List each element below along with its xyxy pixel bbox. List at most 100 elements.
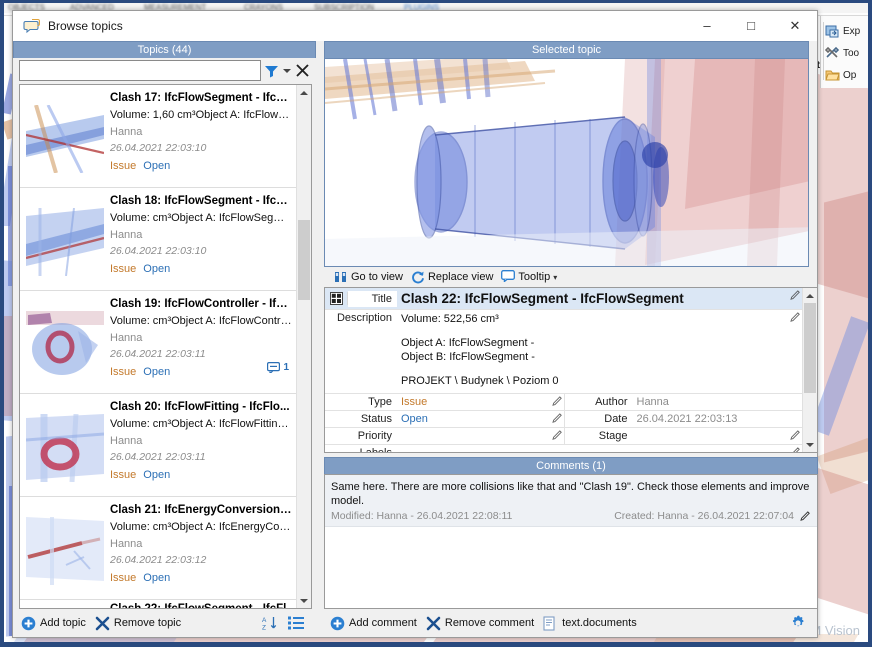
- tooltip-button[interactable]: Tooltip ▾: [497, 269, 561, 285]
- tooltip-label: Tooltip: [518, 271, 550, 283]
- go-to-view-label: Go to view: [351, 271, 403, 283]
- topic-type[interactable]: Issue: [110, 572, 136, 584]
- add-topic-button[interactable]: Add topic: [19, 612, 93, 634]
- author-field-label: Author: [565, 394, 633, 410]
- grid-properties-icon[interactable]: [325, 292, 348, 305]
- pencil-icon[interactable]: [800, 511, 811, 522]
- list-item[interactable]: Clash 22: IfcFlowSegment - IfcFl: [20, 600, 296, 608]
- close-button[interactable]: ✕: [773, 11, 817, 41]
- priority-field-value[interactable]: [397, 428, 552, 444]
- scrollbar-thumb[interactable]: [804, 303, 816, 393]
- background-right-menu[interactable]: Exp Too Op: [820, 16, 868, 88]
- selected-topic-pane: Selected topic: [316, 41, 817, 637]
- scrollbar-track[interactable]: [803, 303, 817, 437]
- topic-snapshot-image: [325, 59, 808, 266]
- detail-scrollbar[interactable]: [802, 288, 817, 452]
- scroll-down-button[interactable]: [803, 437, 817, 452]
- detail-cell-priority: Priority: [325, 428, 564, 444]
- topic-type[interactable]: Issue: [110, 469, 136, 481]
- topic-status[interactable]: Open: [143, 366, 170, 378]
- menu-divider: [823, 22, 824, 80]
- list-item[interactable]: Clash 20: IfcFlowFitting - IfcFlo... Vol…: [20, 394, 296, 497]
- topic-status[interactable]: Open: [143, 572, 170, 584]
- topic-status-row: Issue Open: [110, 571, 292, 585]
- pencil-icon[interactable]: [790, 288, 802, 301]
- maximize-button[interactable]: □: [729, 11, 773, 41]
- topic-title: Clash 21: IfcEnergyConversionD...: [110, 503, 292, 517]
- menu-item-tools[interactable]: Too: [821, 42, 868, 64]
- remove-topic-button[interactable]: Remove topic: [93, 612, 188, 634]
- type-field-value[interactable]: Issue: [397, 394, 552, 410]
- topic-status[interactable]: Open: [143, 160, 170, 172]
- topic-status-row: Issue Open: [110, 468, 292, 482]
- svg-text:Z: Z: [262, 625, 266, 632]
- app-window-border: [0, 0, 872, 3]
- topic-list-scrollbar[interactable]: [296, 85, 311, 608]
- scroll-up-button[interactable]: [803, 288, 817, 303]
- topic-list[interactable]: Clash 17: IfcFlowSegment - IfcFl... Volu…: [20, 85, 296, 608]
- gear-icon[interactable]: [789, 614, 807, 632]
- pencil-icon[interactable]: [552, 394, 564, 407]
- pencil-icon[interactable]: [790, 428, 802, 441]
- export-icon: [825, 24, 840, 38]
- detail-cell-author: Author Hanna: [564, 394, 803, 410]
- stage-field-label: Stage: [565, 428, 633, 444]
- topic-status[interactable]: Open: [143, 469, 170, 481]
- list-view-icon[interactable]: [288, 615, 304, 631]
- document-icon: [543, 616, 558, 631]
- app-window-border: [0, 642, 872, 647]
- topic-date: 26.04.2021 22:03:10: [110, 141, 292, 155]
- remove-comment-button[interactable]: Remove comment: [424, 612, 541, 634]
- go-to-view-button[interactable]: Go to view: [330, 269, 407, 285]
- chevron-down-icon[interactable]: [281, 60, 292, 81]
- topic-type[interactable]: Issue: [110, 160, 136, 172]
- refresh-icon: [411, 270, 425, 284]
- pencil-icon[interactable]: [790, 310, 802, 323]
- dialog-title-bar[interactable]: Browse topics – □ ✕: [13, 11, 817, 41]
- scrollbar-track[interactable]: [297, 100, 311, 593]
- topic-thumbnail: [26, 414, 104, 482]
- documents-button[interactable]: text.documents: [541, 612, 644, 634]
- scroll-down-button[interactable]: [297, 593, 311, 608]
- list-item[interactable]: Clash 18: IfcFlowSegment - IfcFl... Volu…: [20, 188, 296, 291]
- sort-az-icon[interactable]: A Z: [262, 615, 278, 631]
- topic-type[interactable]: Issue: [110, 366, 136, 378]
- comment-item[interactable]: Same here. There are more collisions lik…: [325, 475, 817, 527]
- selected-topic-header: Selected topic: [324, 41, 809, 58]
- comment-text: Same here. There are more collisions lik…: [331, 480, 811, 508]
- topic-snapshot-viewer[interactable]: [324, 58, 809, 267]
- comments-header: Comments (1): [324, 457, 818, 474]
- scroll-up-button[interactable]: [297, 85, 311, 100]
- comments-list[interactable]: Same here. There are more collisions lik…: [324, 474, 818, 609]
- description-field-value[interactable]: Volume: 522,56 cm³ Object A: IfcFlowSegm…: [397, 310, 790, 393]
- detail-cell-date: Date 26.04.2021 22:03:13: [564, 411, 803, 427]
- topic-info: Clash 17: IfcFlowSegment - IfcFl... Volu…: [104, 91, 292, 187]
- chevron-down-icon[interactable]: ▾: [553, 273, 557, 282]
- title-field-value[interactable]: Clash 22: IfcFlowSegment - IfcFlowSegmen…: [397, 289, 790, 308]
- stage-field-value[interactable]: [633, 428, 791, 444]
- scrollbar-thumb[interactable]: [298, 220, 310, 300]
- menu-item-open[interactable]: Op: [821, 64, 868, 86]
- search-input[interactable]: [19, 60, 261, 81]
- add-comment-button[interactable]: Add comment: [328, 612, 424, 634]
- view-toolbar: Go to view Replace view Tooltip ▾: [316, 267, 817, 287]
- pencil-icon[interactable]: [790, 445, 802, 453]
- topic-status[interactable]: Open: [143, 263, 170, 275]
- status-field-value[interactable]: Open: [397, 411, 552, 427]
- filter-icon[interactable]: [261, 60, 281, 81]
- date-field-label: Date: [565, 411, 633, 427]
- topic-volume: Volume: 1,60 cm³Object A: IfcFlowSegmen.…: [110, 108, 292, 122]
- list-item[interactable]: Clash 17: IfcFlowSegment - IfcFl... Volu…: [20, 85, 296, 188]
- pencil-icon[interactable]: [552, 411, 564, 424]
- labels-field-label: Labels: [325, 445, 397, 453]
- topic-type[interactable]: Issue: [110, 263, 136, 275]
- detail-row-type-author: Type Issue Author Hanna: [325, 394, 802, 411]
- replace-view-button[interactable]: Replace view: [407, 269, 497, 285]
- list-item[interactable]: Clash 21: IfcEnergyConversionD... Volume…: [20, 497, 296, 600]
- pencil-icon[interactable]: [552, 428, 564, 441]
- minimize-button[interactable]: –: [685, 11, 729, 41]
- list-item[interactable]: Clash 19: IfcFlowController - Ifc... Vol…: [20, 291, 296, 394]
- menu-item-export[interactable]: Exp: [821, 20, 868, 42]
- labels-field-value[interactable]: [397, 445, 790, 453]
- close-icon[interactable]: [292, 60, 312, 81]
